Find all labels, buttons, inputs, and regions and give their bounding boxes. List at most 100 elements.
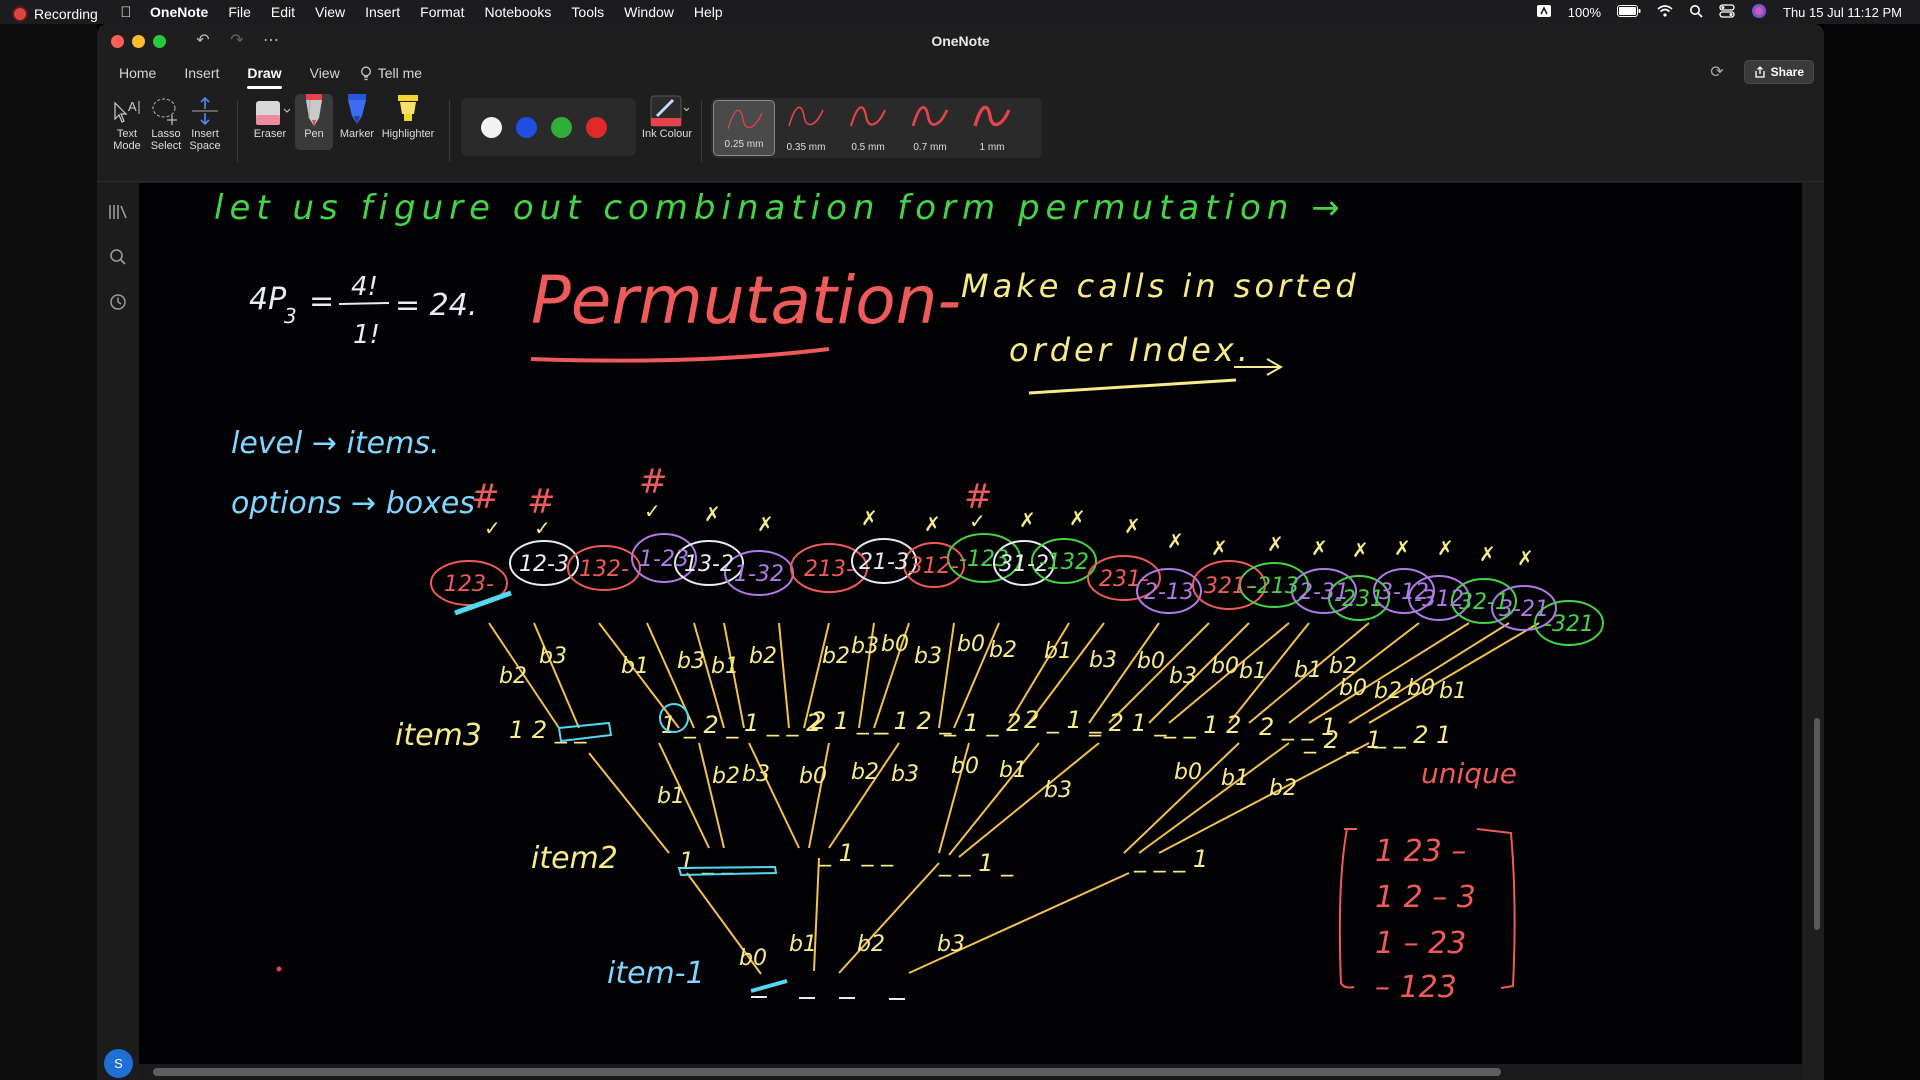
menu-notebooks[interactable]: Notebooks [474, 4, 561, 20]
lightbulb-icon [360, 66, 371, 80]
control-center-icon[interactable] [1719, 3, 1735, 21]
mark-tick: ✓ [484, 516, 501, 540]
branch-label: b2 [1374, 679, 1402, 704]
tab-home[interactable]: Home [109, 63, 166, 83]
pen-icon [306, 94, 322, 126]
mark-tick: ✓ [969, 509, 986, 533]
redo-icon[interactable]: ↷ [227, 30, 247, 50]
width-0-35mm[interactable]: 0.35 mm [775, 98, 837, 158]
eraser-button[interactable]: Eraser [245, 94, 295, 140]
insert-space-icon [192, 96, 218, 126]
branch-label: b2 [851, 760, 879, 785]
recording-indicator[interactable]: Recording [14, 6, 98, 22]
width-0-5mm[interactable]: 0.5 mm [837, 98, 899, 158]
avatar[interactable]: S [104, 1049, 133, 1078]
lasso-select-button[interactable]: Lasso Select [144, 94, 188, 152]
share-button[interactable]: Share [1743, 60, 1814, 84]
level1-slots [750, 979, 905, 1000]
ribbon-separator [701, 100, 702, 162]
mark-cross: ✗ [1069, 506, 1086, 530]
branch-label: b3 [914, 644, 942, 669]
ink-formula-result: = 24. [395, 288, 477, 323]
color-swatch-red[interactable] [586, 116, 607, 138]
width-0-25mm[interactable]: 0.25 mm [713, 100, 775, 156]
page-canvas[interactable]: let us figure out combination form permu… [139, 183, 1802, 1080]
mark-cross: ✗ [757, 512, 774, 536]
menu-edit[interactable]: Edit [261, 4, 305, 20]
branch-label: b0 [881, 632, 909, 657]
tell-me-search[interactable]: Tell me [358, 65, 422, 81]
highlighter-button[interactable]: Highlighter [378, 94, 438, 140]
marker-button[interactable]: Marker [337, 94, 377, 140]
width-1mm[interactable]: 1 mm [961, 98, 1023, 158]
mark-cross: ✗ [1479, 542, 1496, 566]
ink-colour-button[interactable]: Ink Colour [637, 94, 697, 140]
minimize-window-button[interactable] [132, 35, 145, 48]
notebooks-icon[interactable] [107, 203, 129, 225]
unique-row: 1 2 – 3 [1375, 880, 1476, 915]
siri-icon[interactable] [1751, 3, 1767, 22]
ink-heading: Permutation- [531, 262, 961, 339]
branch-label: b0 [799, 764, 827, 789]
menu-help[interactable]: Help [684, 4, 733, 20]
branch-label: b3 [891, 762, 919, 787]
leaf: -213 [1249, 574, 1299, 599]
branch-label: b1 [999, 758, 1027, 783]
color-swatch-blue[interactable] [516, 116, 537, 138]
menu-insert[interactable]: Insert [355, 4, 410, 20]
menu-view[interactable]: View [305, 4, 355, 20]
level3-node: _ 1 2 _ [873, 707, 952, 735]
menu-file[interactable]: File [218, 4, 261, 20]
leaf: -132 [1039, 550, 1089, 575]
stray-ink-dot [276, 966, 282, 972]
vertical-scrollbar[interactable] [1814, 718, 1820, 930]
tab-draw[interactable]: Draw [237, 63, 291, 89]
ink-item2: item2 [531, 841, 618, 876]
menu-app-name[interactable]: OneNote [140, 4, 218, 20]
color-swatch-white[interactable] [481, 116, 502, 138]
leaf: 21-3 [859, 550, 909, 575]
more-options-icon[interactable]: ⋯ [261, 30, 281, 50]
insert-space-button[interactable]: Insert Space [183, 94, 227, 152]
leaf: 132- [579, 557, 629, 582]
spotlight-search-icon[interactable] [1689, 4, 1703, 21]
level2-node: _ 1 _ _ [818, 839, 894, 867]
branch-label: b2 [1269, 776, 1297, 801]
sync-icon[interactable]: ⟳ [1710, 62, 1723, 82]
apple-icon[interactable]:  [112, 4, 140, 21]
pen-button[interactable]: Pen [295, 94, 333, 150]
menu-tools[interactable]: Tools [561, 4, 614, 20]
pen-label: Pen [304, 128, 324, 140]
zoom-window-button[interactable] [153, 35, 166, 48]
color-swatch-green[interactable] [551, 116, 572, 138]
menu-window[interactable]: Window [614, 4, 684, 20]
highlighter-icon [398, 95, 418, 121]
lasso-icon [152, 98, 177, 125]
mark-tick: ✓ [644, 499, 661, 523]
tab-view[interactable]: View [300, 63, 350, 83]
menu-format[interactable]: Format [410, 4, 474, 20]
close-window-button[interactable] [111, 35, 124, 48]
share-label: Share [1770, 65, 1804, 79]
mark-cross: ✗ [1267, 532, 1284, 556]
system-menu-bar:  OneNote File Edit View Insert Format N… [0, 0, 1920, 24]
search-icon[interactable] [107, 248, 129, 270]
horizontal-scrollbar[interactable] [153, 1068, 1501, 1076]
mark-cross: ✗ [1311, 536, 1328, 560]
text-mode-button[interactable]: A Text Mode [105, 94, 149, 152]
branch-label: b3 [1169, 664, 1197, 689]
menu-clock[interactable]: Thu 15 Jul 11:12 PM [1783, 5, 1902, 20]
width-label: 0.35 mm [786, 142, 826, 153]
branch-label: b2 [822, 644, 850, 669]
undo-icon[interactable]: ↶ [193, 30, 213, 50]
ink-layer[interactable]: let us figure out combination form permu… [139, 183, 1802, 1080]
avatar-initial: S [114, 1056, 123, 1071]
tab-insert[interactable]: Insert [174, 63, 229, 83]
leaf: 213- [804, 557, 854, 582]
battery-icon[interactable] [1617, 4, 1641, 20]
width-0-7mm[interactable]: 0.7 mm [899, 98, 961, 158]
wifi-icon[interactable] [1657, 4, 1673, 20]
recent-notes-icon[interactable] [107, 293, 129, 315]
ink-colour-label: Ink Colour [641, 128, 693, 140]
keyboard-input-icon[interactable] [1536, 4, 1552, 21]
